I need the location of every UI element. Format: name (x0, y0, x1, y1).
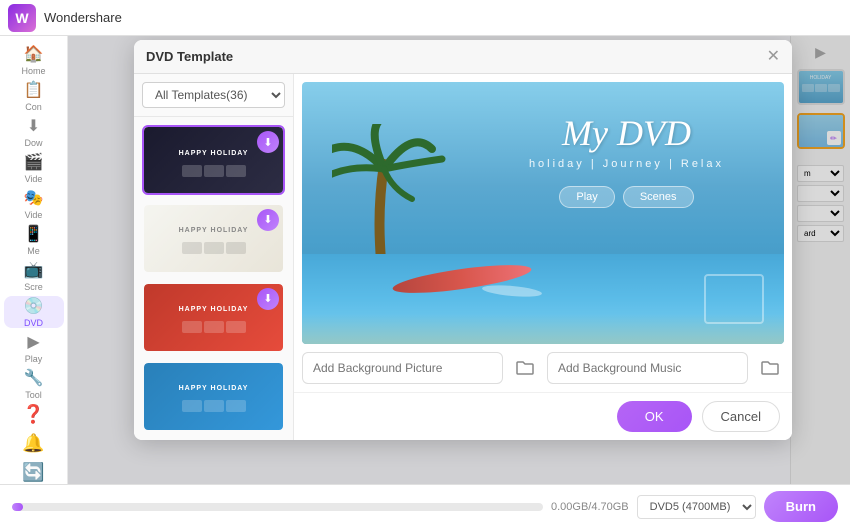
dvd-subtitle: holiday | Journey | Relax (529, 158, 724, 170)
progress-bar-fill (12, 503, 23, 511)
cancel-button[interactable]: Cancel (702, 401, 780, 432)
dvd-play-btn: Play (559, 186, 614, 208)
video2-icon: 🎭 (24, 188, 44, 208)
dvd-title-overlay: My DVD holiday | Journey | Relax Play Sc… (529, 112, 724, 208)
relax-download-btn[interactable]: ⬇ (257, 288, 279, 310)
app-title: Wondershare (44, 10, 122, 25)
tools-icon: 🔧 (24, 368, 44, 388)
main-content: 🏠 Home 📋 Con ⬇ Dow 🎬 Vide 🎭 Vide 📱 Me (0, 36, 850, 484)
preview-area: My DVD holiday | Journey | Relax Play Sc… (302, 82, 784, 344)
refresh-icon[interactable]: 🔄 (22, 462, 44, 483)
modal-title-bar: DVD Template ✕ (134, 40, 792, 74)
convert-icon: 📋 (24, 80, 44, 100)
sidebar-item-tools[interactable]: 🔧 Tool (4, 368, 64, 400)
preview-panel: My DVD holiday | Journey | Relax Play Sc… (294, 74, 792, 440)
app-logo: W (8, 4, 36, 32)
modal-close-button[interactable]: ✕ (767, 49, 780, 65)
sidebar-item-convert[interactable]: 📋 Con (4, 80, 64, 112)
bottom-bar: 0.00GB/4.70GB DVD5 (4700MB) Burn (0, 484, 850, 528)
modal-title: DVD Template (146, 49, 233, 64)
template-filter: All Templates(36) (134, 74, 293, 117)
media-icon: 📱 (24, 224, 44, 244)
template-thumb-relax: HAPPY HOLIDAY ⬇ (144, 284, 283, 353)
bg-picture-input[interactable] (302, 352, 503, 384)
holidays-download-btn[interactable]: ⬇ (257, 131, 279, 153)
dvd-template-modal: DVD Template ✕ All Templates(36) (134, 40, 792, 440)
home-icon: 🏠 (24, 44, 44, 64)
input-row (294, 344, 792, 392)
template-list: HAPPY HOLIDAY ⬇ Hol (134, 117, 293, 440)
journey-download-btn[interactable]: ⬇ (257, 209, 279, 231)
dvd-preview: My DVD holiday | Journey | Relax Play Sc… (302, 82, 784, 344)
play-icon: ▶ (27, 332, 39, 352)
template-item-journey[interactable]: HAPPY HOLIDAY ⬇ Jou (142, 203, 285, 274)
template-filter-select[interactable]: All Templates(36) (142, 82, 285, 108)
sidebar-item-video1[interactable]: 🎬 Vide (4, 152, 64, 184)
download-icon: ⬇ (27, 116, 40, 136)
sidebar: 🏠 Home 📋 Con ⬇ Dow 🎬 Vide 🎭 Vide 📱 Me (0, 36, 68, 484)
top-bar: W Wondershare (0, 0, 850, 36)
template-thumb-holidays: HAPPY HOLIDAY ⬇ (144, 127, 283, 195)
sidebar-item-home[interactable]: 🏠 Home (4, 44, 64, 76)
sidebar-item-screen[interactable]: 📺 Scre (4, 260, 64, 292)
template-item-relax[interactable]: HAPPY HOLIDAY ⬇ Rel (142, 282, 285, 353)
bg-picture-folder-btn[interactable] (511, 354, 539, 382)
action-row: OK Cancel (294, 392, 792, 440)
template-thumb-journey: HAPPY HOLIDAY ⬇ (144, 205, 283, 274)
storage-text: 0.00GB/4.70GB (551, 501, 629, 513)
template-item-holidays[interactable]: HAPPY HOLIDAY ⬇ Hol (142, 125, 285, 195)
video1-icon: 🎬 (24, 152, 44, 172)
sidebar-bottom: ❓ 🔔 🔄 (22, 404, 44, 484)
modal-body: All Templates(36) HAPPY HOLIDAY (134, 74, 792, 440)
dvd-icon: 💿 (24, 296, 44, 316)
bg-music-input[interactable] (547, 352, 748, 384)
corner-decoration (704, 274, 764, 324)
notification-icon[interactable]: 🔔 (22, 433, 44, 454)
template-item-seaside[interactable]: HAPPY HOLIDAY Seaside (142, 361, 285, 432)
sidebar-item-video2[interactable]: 🎭 Vide (4, 188, 64, 220)
screen-icon: 📺 (24, 260, 44, 280)
template-panel: All Templates(36) HAPPY HOLIDAY (134, 74, 294, 440)
sidebar-item-play[interactable]: ▶ Play (4, 332, 64, 364)
app-window: W Wondershare 🏠 Home 📋 Con ⬇ Dow 🎬 Vide (0, 0, 850, 528)
sidebar-item-download[interactable]: ⬇ Dow (4, 116, 64, 148)
content-area: ▶ HOLIDAY ✏ (68, 36, 850, 484)
progress-bar (12, 503, 543, 511)
help-icon[interactable]: ❓ (22, 404, 44, 425)
dvd-background: My DVD holiday | Journey | Relax Play Sc… (302, 82, 784, 344)
dvd-main-title: My DVD (529, 112, 724, 154)
ok-button[interactable]: OK (617, 401, 692, 432)
bg-music-folder-btn[interactable] (756, 354, 784, 382)
template-thumb-seaside: HAPPY HOLIDAY (144, 363, 283, 432)
sidebar-item-dvd[interactable]: 💿 DVD (4, 296, 64, 328)
burn-button[interactable]: Burn (764, 491, 838, 522)
sidebar-item-media[interactable]: 📱 Me (4, 224, 64, 256)
dvd-preview-buttons: Play Scenes (529, 186, 724, 208)
dvd-scenes-btn: Scenes (623, 186, 694, 208)
dvd-size-select[interactable]: DVD5 (4700MB) (637, 495, 756, 519)
